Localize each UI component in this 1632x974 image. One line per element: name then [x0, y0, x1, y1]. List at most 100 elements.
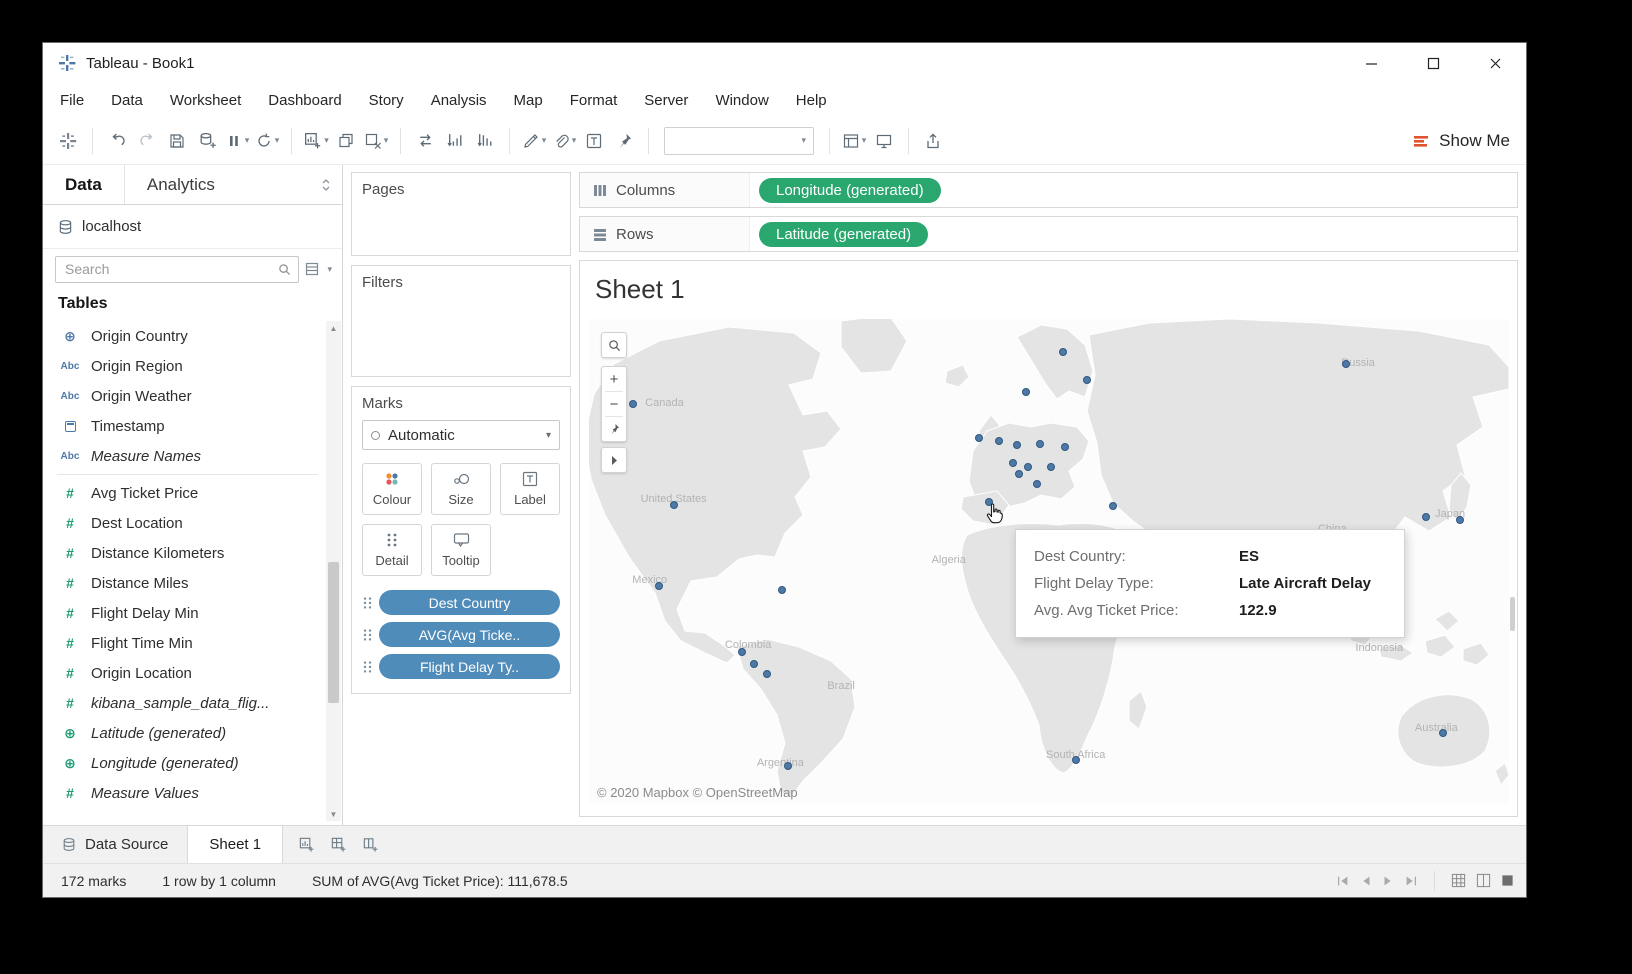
- map-mark[interactable]: [1009, 459, 1017, 467]
- show-mark-labels-button[interactable]: [579, 125, 609, 157]
- field-row[interactable]: Timestamp: [51, 411, 322, 441]
- sort-ascending-button[interactable]: [440, 125, 470, 157]
- field-row[interactable]: # Flight Delay Min: [51, 598, 322, 628]
- menu-analysis[interactable]: Analysis: [431, 92, 487, 109]
- map-mark[interactable]: [1456, 516, 1464, 524]
- tab-data[interactable]: Data: [43, 165, 124, 204]
- presentation-mode-button[interactable]: [869, 125, 899, 157]
- map-mark[interactable]: [1015, 470, 1023, 478]
- menu-map[interactable]: Map: [514, 92, 543, 109]
- menu-story[interactable]: Story: [369, 92, 404, 109]
- show-hide-cards-button[interactable]: ▾: [839, 125, 869, 157]
- map-mark[interactable]: [1109, 502, 1117, 510]
- fix-axes-button[interactable]: [609, 125, 639, 157]
- new-worksheet-tab-button[interactable]: [293, 832, 319, 858]
- map-mark[interactable]: [1022, 388, 1030, 396]
- field-row[interactable]: # Avg Ticket Price: [51, 478, 322, 508]
- map-pin-button[interactable]: [602, 417, 626, 441]
- map-mark[interactable]: [1342, 360, 1350, 368]
- new-worksheet-button[interactable]: ▾: [301, 125, 331, 157]
- pane-options-button[interactable]: [320, 165, 342, 204]
- map-mark[interactable]: [778, 586, 786, 594]
- tab-analytics[interactable]: Analytics: [124, 165, 237, 204]
- maximize-button[interactable]: [1402, 43, 1464, 83]
- map-search-button[interactable]: [601, 332, 627, 358]
- pages-card[interactable]: Pages: [351, 172, 571, 256]
- rows-pill-latitude[interactable]: Latitude (generated): [759, 222, 928, 247]
- tooltip-button[interactable]: Tooltip: [431, 524, 491, 576]
- marks-pill-avg-ticket[interactable]: AVG(Avg Ticke..: [379, 622, 560, 647]
- field-row[interactable]: Abc Origin Weather: [51, 381, 322, 411]
- save-button[interactable]: [162, 125, 192, 157]
- field-row[interactable]: # Distance Miles: [51, 568, 322, 598]
- map-mark[interactable]: [995, 437, 1003, 445]
- map-mark[interactable]: [1439, 729, 1447, 737]
- field-row[interactable]: Abc Measure Names: [51, 441, 322, 471]
- grid-view-icon[interactable]: [1451, 873, 1466, 888]
- menu-help[interactable]: Help: [796, 92, 827, 109]
- scroll-thumb[interactable]: [328, 562, 339, 704]
- fit-dropdown[interactable]: ▾: [664, 127, 814, 155]
- map-mark[interactable]: [738, 648, 746, 656]
- sheet-1-tab[interactable]: Sheet 1: [187, 826, 283, 863]
- menu-window[interactable]: Window: [715, 92, 768, 109]
- sheet-scrollbar-thumb[interactable]: [1510, 597, 1515, 631]
- field-row[interactable]: # Dest Location: [51, 508, 322, 538]
- zoom-in-button[interactable]: +: [602, 367, 626, 391]
- scroll-up-icon[interactable]: ▲: [330, 321, 338, 335]
- redo-button[interactable]: [132, 125, 162, 157]
- size-button[interactable]: Size: [431, 463, 491, 515]
- map-mark[interactable]: [1013, 441, 1021, 449]
- close-button[interactable]: [1464, 43, 1526, 83]
- share-workbook-button[interactable]: [918, 125, 948, 157]
- filters-card[interactable]: Filters: [351, 265, 571, 377]
- new-data-source-button[interactable]: [192, 125, 222, 157]
- detail-button[interactable]: Detail: [362, 524, 422, 576]
- rows-shelf[interactable]: Rows Latitude (generated): [579, 216, 1518, 252]
- field-row[interactable]: Abc Origin Region: [51, 351, 322, 381]
- map-mark[interactable]: [1422, 513, 1430, 521]
- sort-descending-button[interactable]: [470, 125, 500, 157]
- new-dashboard-tab-button[interactable]: [325, 832, 351, 858]
- menu-server[interactable]: Server: [644, 92, 688, 109]
- start-page-button[interactable]: [53, 125, 83, 157]
- duplicate-button[interactable]: [331, 125, 361, 157]
- field-row[interactable]: # Measure Values: [51, 778, 322, 808]
- map-mark[interactable]: [1072, 756, 1080, 764]
- field-row[interactable]: ⊕ Latitude (generated): [51, 718, 322, 748]
- menu-file[interactable]: File: [60, 92, 84, 109]
- marks-pill-dest-country[interactable]: Dest Country: [379, 590, 560, 615]
- pause-auto-updates-button[interactable]: ▾: [222, 125, 252, 157]
- map-mark[interactable]: [784, 762, 792, 770]
- menu-format[interactable]: Format: [570, 92, 618, 109]
- new-story-tab-button[interactable]: [357, 832, 383, 858]
- sidebar-scrollbar[interactable]: ▲ ▼: [326, 321, 341, 821]
- map-mark[interactable]: [655, 582, 663, 590]
- colour-button[interactable]: Colour: [362, 463, 422, 515]
- previous-page-icon[interactable]: [1360, 874, 1372, 888]
- group-members-button[interactable]: ▾: [549, 125, 579, 157]
- undo-button[interactable]: [102, 125, 132, 157]
- first-page-icon[interactable]: [1336, 874, 1350, 888]
- map-mark[interactable]: [975, 434, 983, 442]
- menu-worksheet[interactable]: Worksheet: [170, 92, 241, 109]
- minimize-button[interactable]: [1340, 43, 1402, 83]
- map-mark[interactable]: [670, 501, 678, 509]
- field-sort-button[interactable]: ▾: [325, 264, 332, 275]
- map-mark[interactable]: [1061, 443, 1069, 451]
- search-input[interactable]: [63, 260, 278, 278]
- field-row[interactable]: ⊕ Origin Country: [51, 321, 322, 351]
- zoom-out-button[interactable]: −: [602, 392, 626, 416]
- view-as-list-button[interactable]: [305, 262, 319, 276]
- run-auto-updates-button[interactable]: ▾: [252, 125, 282, 157]
- last-page-icon[interactable]: [1404, 874, 1418, 888]
- field-row[interactable]: # kibana_sample_data_flig...: [51, 688, 322, 718]
- map-mark[interactable]: [1083, 376, 1091, 384]
- map-mark[interactable]: [629, 400, 637, 408]
- map-mark[interactable]: [1036, 440, 1044, 448]
- field-row[interactable]: # Flight Time Min: [51, 628, 322, 658]
- field-row[interactable]: # Distance Kilometers: [51, 538, 322, 568]
- map-mark[interactable]: [1047, 463, 1055, 471]
- menu-data[interactable]: Data: [111, 92, 143, 109]
- show-me-button[interactable]: Show Me: [1412, 131, 1510, 151]
